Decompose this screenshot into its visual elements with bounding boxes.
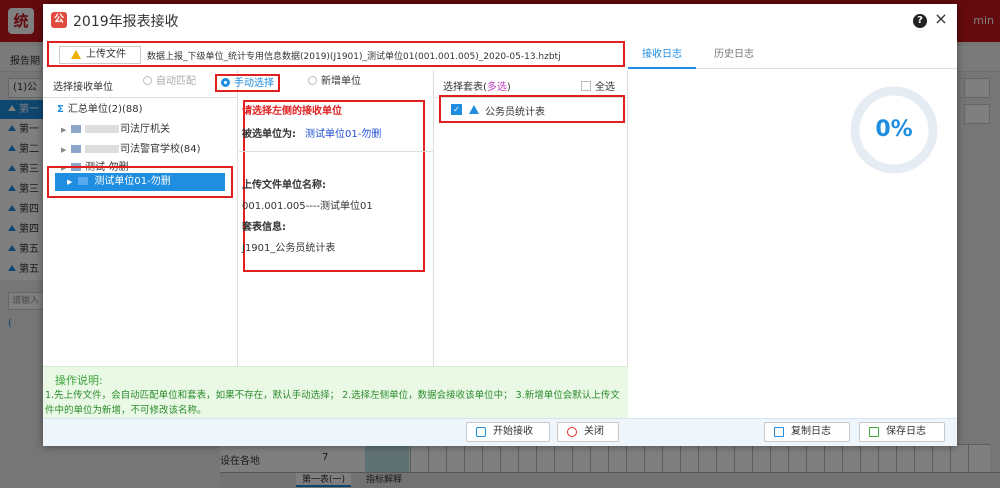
radio-checked-icon bbox=[221, 78, 230, 87]
tree-item[interactable]: ▶ 司法警官学校(84) bbox=[61, 142, 201, 158]
dialog-logo-icon: 公 bbox=[51, 12, 67, 28]
divider bbox=[239, 151, 434, 152]
save-icon bbox=[869, 427, 879, 437]
expand-icon: ▶ bbox=[67, 178, 73, 186]
tree-item[interactable]: ▶ 司法厅机关 bbox=[61, 122, 170, 138]
progress-percent: 0% bbox=[875, 117, 913, 142]
dialog-title: 2019年报表接收 bbox=[73, 14, 179, 30]
upload-file-button[interactable]: 上传文件 bbox=[59, 46, 141, 64]
instructions-panel: 操作说明: 1.先上传文件，会自动匹配单位和套表，如果不存在，默认手动选择； 2… bbox=[43, 366, 628, 418]
upload-row: 上传文件 数据上报_下级单位_统计专用信息数据(2019)(J1901)_测试单… bbox=[47, 41, 625, 67]
upload-icon bbox=[71, 50, 81, 59]
expand-icon: ▶ bbox=[61, 146, 67, 154]
info-hint: 请选择左侧的接收单位 bbox=[242, 106, 342, 117]
instructions-title: 操作说明: bbox=[55, 374, 103, 387]
tree-item-root[interactable]: Σ 汇总单位(2)(88) bbox=[57, 102, 143, 118]
tab-receive-log[interactable]: 接收日志 bbox=[628, 41, 696, 69]
cancel-icon bbox=[567, 427, 577, 437]
expand-icon: ▶ bbox=[61, 126, 67, 134]
set-info-label: 套表信息: bbox=[242, 222, 286, 233]
receive-report-dialog: 公 2019年报表接收 ? × 上传文件 数据上报_下级单位_统计专用信息数据(… bbox=[43, 4, 957, 446]
select-all-checkbox[interactable]: 全选 bbox=[581, 78, 615, 93]
selected-unit-value: 测试单位01-勿删 bbox=[305, 129, 382, 140]
help-icon[interactable]: ? bbox=[913, 14, 927, 28]
set-panel-heading: 选择套表(多选) bbox=[443, 82, 511, 93]
radio-auto-match[interactable]: 自动匹配 bbox=[143, 74, 196, 90]
upload-unit-value: 001.001.005----测试单位01 bbox=[242, 201, 373, 212]
radio-icon bbox=[143, 76, 152, 85]
divider bbox=[43, 97, 238, 98]
start-receive-button[interactable]: 开始接收 bbox=[466, 422, 550, 442]
checkbox-checked-icon[interactable]: ✓ bbox=[451, 104, 462, 115]
close-icon[interactable]: × bbox=[933, 11, 949, 27]
dialog-title-bar: 公 2019年报表接收 ? × bbox=[43, 4, 957, 38]
instructions-body: 1.先上传文件，会自动匹配单位和套表，如果不存在，默认手动选择； 2.选择左侧单… bbox=[45, 390, 620, 416]
redacted-text bbox=[85, 125, 119, 133]
unit-panel: 选择接收单位 Σ 汇总单位(2)(88) ▶ 司法厅机关 ▶ 司法警官学校(84) ▶… bbox=[43, 70, 238, 366]
folder-icon bbox=[78, 177, 89, 185]
selected-unit-highlight: ▶ 测试单位01-勿删 bbox=[47, 166, 233, 198]
redacted-text bbox=[85, 145, 119, 153]
selected-unit-label: 被选单位为: bbox=[242, 129, 296, 140]
folder-icon bbox=[71, 145, 81, 153]
table-icon bbox=[469, 105, 479, 114]
tab-history-log[interactable]: 历史日志 bbox=[700, 41, 768, 69]
set-item-label: 公务员统计表 bbox=[485, 107, 545, 118]
sigma-icon: Σ bbox=[57, 104, 64, 115]
close-button[interactable]: 关闭 bbox=[557, 422, 619, 442]
copy-icon bbox=[774, 427, 784, 437]
save-log-button[interactable]: 保存日志 bbox=[859, 422, 945, 442]
upload-unit-label: 上传文件单位名称: bbox=[242, 180, 326, 191]
folder-icon bbox=[71, 125, 81, 133]
edit-icon bbox=[476, 427, 486, 437]
uploaded-file-name: 数据上报_下级单位_统计专用信息数据(2019)(J1901)_测试单位01(0… bbox=[147, 52, 561, 62]
checkbox-icon bbox=[581, 81, 591, 91]
tree-item-selected[interactable]: ▶ 测试单位01-勿删 bbox=[55, 173, 225, 191]
set-info-value: J1901_公务员统计表 bbox=[242, 243, 336, 254]
log-tabs: 接收日志 历史日志 bbox=[628, 41, 957, 69]
copy-log-button[interactable]: 复制日志 bbox=[764, 422, 850, 442]
unit-panel-heading: 选择接收单位 bbox=[53, 82, 113, 93]
set-item[interactable]: ✓ 公务员统计表 bbox=[439, 95, 625, 123]
